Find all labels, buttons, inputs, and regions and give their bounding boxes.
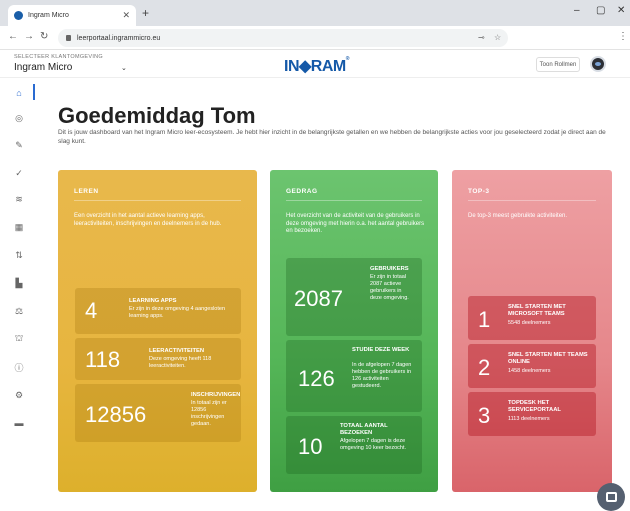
page-title: Goedemiddag Tom: [58, 103, 256, 128]
divider: [74, 200, 241, 201]
lock-icon: [66, 35, 71, 41]
chat-button[interactable]: [597, 483, 625, 511]
stat-description: In totaal zijn er 12856 inschrijvingen g…: [191, 400, 227, 427]
roles-button[interactable]: Toon Rollmen: [536, 57, 580, 72]
top-item-1[interactable]: 1 SNEL STARTEN MET MICROSOFT TEAMS 5548 …: [468, 296, 596, 340]
stat-value: 4: [85, 298, 98, 323]
activity-title: TOPDESK HET SERVICEPORTAAL: [508, 400, 561, 413]
stat-title: TOTAAL AANTAL BEZOEKEN: [340, 423, 388, 436]
check-icon[interactable]: ✓: [6, 164, 32, 182]
key-icon[interactable]: ⊸: [478, 33, 485, 42]
card-heading: TOP-3: [468, 188, 490, 195]
stat-value: 126: [298, 366, 335, 391]
address-bar[interactable]: leerportaal.ingrammicro.eu: [58, 29, 508, 47]
stat-title: GEBRUIKERS: [370, 266, 409, 272]
window-close-icon[interactable]: ✕: [617, 5, 625, 16]
star-icon[interactable]: ☆: [494, 33, 501, 42]
logo-sup: ®: [345, 56, 350, 62]
layers-icon[interactable]: ≋: [6, 190, 32, 208]
folder-icon[interactable]: ▬: [6, 414, 32, 432]
active-indicator: [33, 84, 35, 100]
activity-title: SNEL STARTEN MET MICROSOFT TEAMS: [508, 304, 566, 317]
stat-description: Er zijn in totaal 2087 actieve gebruiker…: [370, 274, 409, 301]
browser-tab-strip: Ingram Micro ✕ + – ▢ ✕: [0, 0, 630, 26]
info-icon[interactable]: ⓘ: [6, 358, 32, 376]
home-icon[interactable]: ⌂: [6, 84, 32, 102]
logo: IN◆RAM®: [284, 56, 349, 76]
back-icon[interactable]: ←: [8, 31, 18, 42]
card-description: Het overzicht van de activiteit van de g…: [286, 213, 425, 234]
card-description: De top-3 meest gebruikte activiteiten.: [468, 213, 568, 219]
rank-number: 2: [478, 355, 491, 380]
minimize-icon[interactable]: –: [574, 5, 580, 16]
target-icon[interactable]: ◎: [6, 109, 32, 127]
stat-description: Er zijn in deze omgeving 4 aangesloten l…: [129, 306, 226, 319]
logo-text: IN◆RAM: [284, 58, 346, 75]
stat-description: Deze omgeving heeft 118 leeractiviteiten…: [149, 356, 212, 369]
participant-count: 1458 deelnemers: [508, 368, 551, 374]
browser-toolbar: ← → ↻ leerportaal.ingrammicro.eu ⊸ ☆ ⋮: [0, 26, 630, 50]
stat-title: LEARNING APPS: [129, 298, 177, 304]
participant-count: 1113 deelnemers: [508, 416, 550, 422]
grid-icon[interactable]: ▦: [6, 218, 32, 236]
card-description: Een overzicht in het aantal actieve lear…: [74, 213, 222, 227]
stat-value: 12856: [85, 402, 147, 427]
card-gedrag: GEDRAG Het overzicht van de activiteit v…: [270, 170, 438, 492]
lock-icon[interactable]: ⛫: [6, 330, 32, 348]
stat-learning-apps[interactable]: 4 LEARNING APPS Er zijn in deze omgeving…: [75, 288, 241, 334]
maximize-icon[interactable]: ▢: [596, 5, 605, 16]
scales-icon[interactable]: ⚖: [6, 302, 32, 320]
rank-number: 1: [478, 307, 491, 332]
environment-selector-label: SELECTEER KLANTOMGEVING: [14, 54, 104, 60]
stat-value: 10: [298, 434, 323, 459]
rank-number: 3: [478, 403, 491, 428]
stat-leeractiviteiten[interactable]: 118 LEERACTIVITEITEN Deze omgeving heeft…: [75, 338, 241, 380]
app-header: SELECTEER KLANTOMGEVING Ingram Micro ⌄ I…: [0, 50, 630, 78]
menu-icon[interactable]: ⋮: [618, 31, 628, 42]
stat-totaal-bezoeken[interactable]: 10 TOTAAL AANTAL BEZOEKEN Afgelopen 7 da…: [286, 416, 422, 474]
reload-icon[interactable]: ↻: [40, 31, 48, 42]
chat-icon: [605, 492, 617, 502]
card-top3: TOP-3 De top-3 meest gebruikte activitei…: [452, 170, 612, 492]
card-heading: GEDRAG: [286, 188, 318, 195]
stat-description: In de afgelopen 7 dagen hebben de gebrui…: [352, 362, 412, 389]
participant-count: 5548 deelnemers: [508, 320, 551, 326]
activity-title: SNEL STARTEN MET TEAMS ONLINE: [508, 352, 588, 365]
card-leren: LEREN Een overzicht in het aantal actiev…: [58, 170, 257, 492]
divider: [468, 200, 596, 201]
stat-title: STUDIE DEZE WEEK: [352, 347, 410, 353]
avatar[interactable]: [590, 56, 606, 72]
top-item-2[interactable]: 2 SNEL STARTEN MET TEAMS ONLINE 1458 dee…: [468, 344, 596, 388]
favicon-icon: [14, 11, 23, 20]
card-heading: LEREN: [74, 188, 99, 195]
transfer-icon[interactable]: ⇅: [6, 246, 32, 264]
stat-inschrijvingen[interactable]: 12856 INSCHRIJVINGEN In totaal zijn er 1…: [75, 384, 241, 442]
url-text: leerportaal.ingrammicro.eu: [77, 34, 161, 42]
stat-gebruikers[interactable]: 2087 GEBRUIKERS Er zijn in totaal 2087 a…: [286, 258, 422, 336]
forward-icon[interactable]: →: [24, 31, 34, 42]
intro-text: Dit is jouw dashboard van het Ingram Mic…: [58, 129, 606, 145]
top-item-3[interactable]: 3 TOPDESK HET SERVICEPORTAAL 1113 deelne…: [468, 392, 596, 436]
stat-description: Afgelopen 7 dagen is deze omgeving 10 ke…: [340, 438, 407, 451]
plus-icon[interactable]: +: [142, 6, 149, 20]
stat-title: INSCHRIJVINGEN: [191, 392, 241, 398]
divider: [286, 200, 422, 201]
tab-title: Ingram Micro: [28, 12, 69, 19]
gear-icon[interactable]: ⚙: [6, 386, 32, 404]
browser-tab[interactable]: Ingram Micro ✕: [8, 5, 136, 26]
sidebar: ⌂ ◎ ✎ ✓ ≋ ▦ ⇅ ▙ ⚖ ⛫ ⓘ ⚙ ▬: [0, 78, 40, 511]
stat-value: 2087: [294, 286, 343, 311]
stat-studie-deze-week[interactable]: 126 STUDIE DEZE WEEK In de afgelopen 7 d…: [286, 340, 422, 412]
bar-chart-icon[interactable]: ▙: [6, 274, 32, 292]
environment-selector[interactable]: Ingram Micro: [14, 62, 72, 73]
close-icon[interactable]: ✕: [122, 10, 130, 21]
chevron-down-icon[interactable]: ⌄: [121, 64, 127, 72]
pencil-icon[interactable]: ✎: [6, 136, 32, 154]
stat-value: 118: [85, 347, 121, 372]
stat-title: LEERACTIVITEITEN: [149, 348, 205, 354]
